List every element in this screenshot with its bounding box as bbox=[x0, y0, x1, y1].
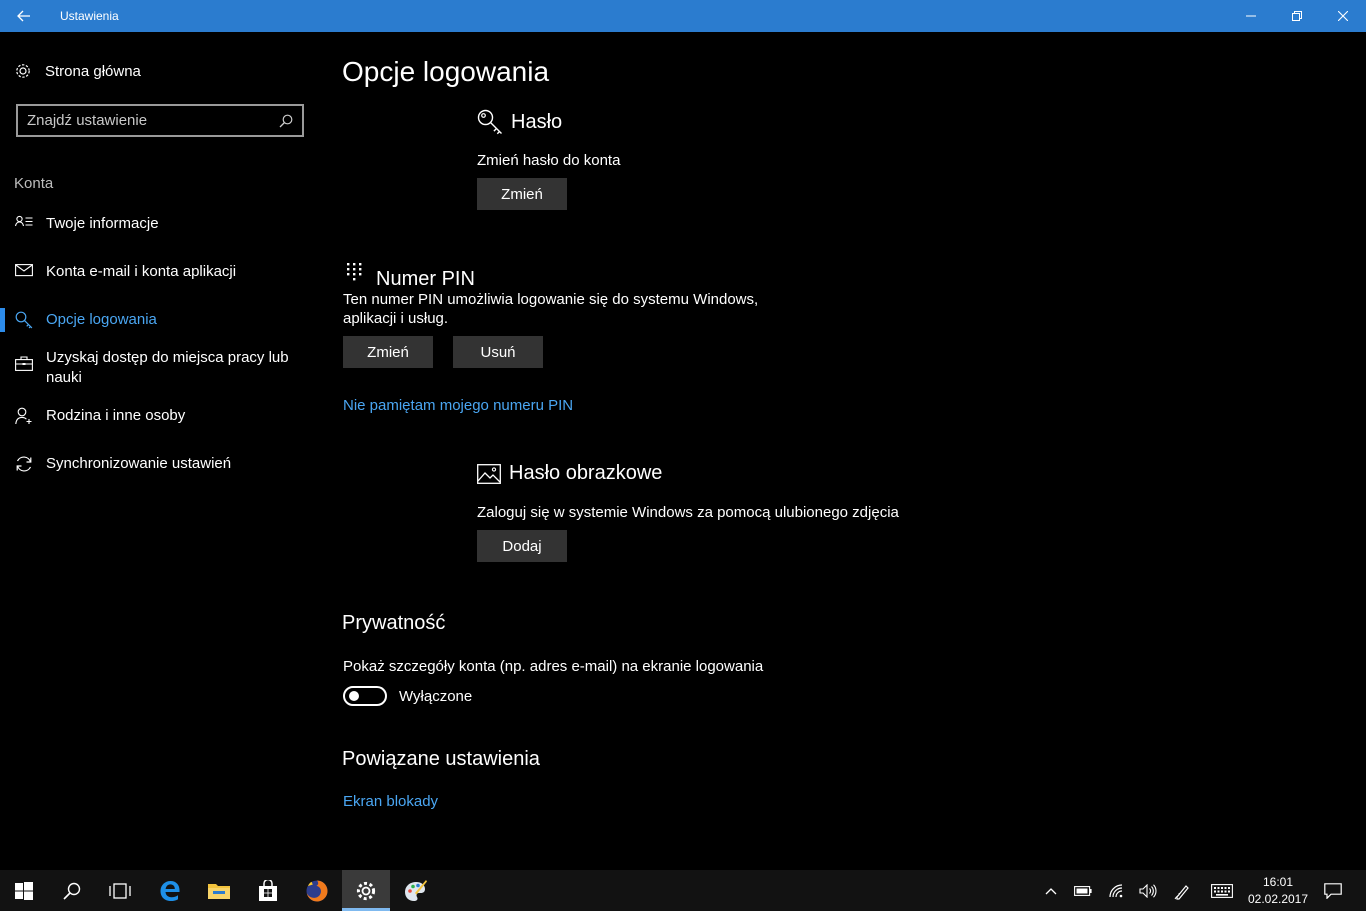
gear-icon bbox=[16, 64, 30, 78]
sidebar-item-label: Twoje informacje bbox=[46, 215, 159, 232]
section-label: Konta bbox=[14, 175, 54, 192]
notification-icon bbox=[1324, 882, 1342, 899]
title-bar: Ustawienia bbox=[0, 0, 1366, 32]
pin-description-line2: aplikacji i usług. bbox=[343, 310, 449, 327]
sidebar-item-your-info[interactable]: Twoje informacje bbox=[0, 214, 320, 234]
add-picture-password-button[interactable]: Dodaj bbox=[477, 530, 567, 562]
page-title: Opcje logowania bbox=[342, 56, 550, 87]
toggle-state-label: Wyłączone bbox=[399, 688, 473, 705]
forgot-pin-link[interactable]: Nie pamiętam mojego numeru PIN bbox=[343, 397, 573, 414]
taskbar: 16:01 02.02.2017 bbox=[0, 870, 1366, 911]
sync-icon bbox=[0, 454, 46, 473]
edge-icon bbox=[160, 880, 180, 901]
clock-time: 16:01 bbox=[1262, 875, 1294, 889]
taskbar-search-button[interactable] bbox=[48, 870, 96, 911]
mail-icon bbox=[0, 262, 46, 277]
edge-app-button[interactable] bbox=[146, 870, 194, 911]
touch-keyboard-button[interactable] bbox=[1208, 870, 1236, 911]
back-arrow-icon bbox=[17, 10, 30, 22]
search-box[interactable] bbox=[16, 104, 304, 137]
toggle-knob bbox=[349, 691, 359, 701]
home-link[interactable]: Strona główna bbox=[14, 62, 141, 80]
briefcase-icon bbox=[0, 348, 46, 371]
change-password-button[interactable]: Zmień bbox=[477, 178, 567, 210]
privacy-description: Pokaż szczegóły konta (np. adres e-mail)… bbox=[343, 658, 764, 675]
close-button[interactable] bbox=[1320, 0, 1366, 32]
password-heading: Hasło bbox=[477, 109, 562, 135]
keyboard-icon bbox=[1211, 883, 1233, 898]
sidebar-item-label: Uzyskaj dostęp do miejsca pracy lub nauk… bbox=[46, 349, 289, 386]
windows-start-icon bbox=[15, 881, 33, 900]
settings-app-button[interactable] bbox=[342, 870, 390, 911]
home-label: Strona główna bbox=[45, 62, 141, 80]
search-input[interactable] bbox=[27, 112, 267, 129]
windows-ink-button[interactable] bbox=[1171, 870, 1195, 911]
picture-password-title: Hasło obrazkowe bbox=[509, 462, 663, 484]
pin-heading: Numer PIN bbox=[346, 254, 475, 291]
show-hidden-icons-button[interactable] bbox=[1040, 870, 1062, 911]
picture-icon bbox=[477, 463, 501, 484]
file-explorer-icon bbox=[208, 883, 230, 899]
pin-title: Numer PIN bbox=[376, 268, 475, 290]
sidebar-item-work-access[interactable]: Uzyskaj dostęp do miejsca pracy lub nauk… bbox=[0, 348, 320, 388]
battery-icon bbox=[1074, 885, 1092, 896]
restore-button[interactable] bbox=[1274, 0, 1320, 32]
start-button[interactable] bbox=[0, 870, 48, 911]
task-view-icon bbox=[109, 882, 131, 899]
remove-pin-button[interactable]: Usuń bbox=[453, 336, 543, 368]
sidebar-item-label: Konta e-mail i konta aplikacji bbox=[46, 263, 237, 280]
firefox-icon bbox=[306, 880, 328, 901]
pin-keypad-icon bbox=[347, 262, 362, 280]
window-title: Ustawienia bbox=[60, 9, 119, 23]
sidebar-item-label: Synchronizowanie ustawień bbox=[46, 455, 232, 472]
speaker-icon bbox=[1139, 883, 1157, 898]
search-icon bbox=[63, 882, 81, 900]
person-add-icon bbox=[0, 406, 46, 425]
picture-password-heading: Hasło obrazkowe bbox=[477, 462, 662, 485]
show-account-details-toggle[interactable] bbox=[343, 686, 387, 706]
network-indicator[interactable] bbox=[1105, 870, 1129, 911]
key-icon bbox=[0, 310, 46, 329]
battery-indicator[interactable] bbox=[1071, 870, 1095, 911]
paint-app-button[interactable] bbox=[391, 870, 439, 911]
store-icon bbox=[259, 879, 277, 901]
search-icon[interactable] bbox=[279, 114, 293, 128]
user-info-icon bbox=[0, 214, 46, 231]
sidebar: Strona główna Konta Twoje informacje Kon… bbox=[0, 32, 320, 870]
pin-description-line1: Ten numer PIN umożliwia logowanie się do… bbox=[343, 291, 759, 308]
store-app-button[interactable] bbox=[244, 870, 292, 911]
privacy-title: Prywatność bbox=[342, 612, 446, 634]
sidebar-item-family[interactable]: Rodzina i inne osoby bbox=[0, 406, 320, 426]
firefox-app-button[interactable] bbox=[293, 870, 341, 911]
lock-screen-link[interactable]: Ekran blokady bbox=[343, 793, 438, 810]
settings-gear-icon bbox=[356, 881, 376, 900]
paint-icon bbox=[405, 879, 427, 901]
window-controls bbox=[1228, 0, 1366, 32]
password-title: Hasło bbox=[511, 110, 563, 133]
minimize-button[interactable] bbox=[1228, 0, 1274, 32]
restore-icon bbox=[1292, 11, 1302, 21]
related-settings-title: Powiązane ustawienia bbox=[342, 748, 540, 770]
sidebar-item-sign-in-options[interactable]: Opcje logowania bbox=[0, 310, 320, 330]
key-icon bbox=[477, 109, 502, 135]
sidebar-item-email-accounts[interactable]: Konta e-mail i konta aplikacji bbox=[0, 262, 320, 282]
wifi-icon bbox=[1109, 883, 1123, 897]
minimize-icon bbox=[1246, 15, 1256, 17]
sidebar-item-sync[interactable]: Synchronizowanie ustawień bbox=[0, 454, 320, 474]
password-description: Zmień hasło do konta bbox=[477, 152, 621, 169]
volume-control[interactable] bbox=[1136, 870, 1160, 911]
sidebar-item-label: Rodzina i inne osoby bbox=[46, 407, 186, 424]
clock[interactable]: 16:01 02.02.2017 bbox=[1245, 874, 1311, 908]
close-icon bbox=[1338, 11, 1348, 21]
picture-password-description: Zaloguj się w systemie Windows za pomocą… bbox=[477, 504, 899, 521]
pen-icon bbox=[1174, 884, 1189, 900]
action-center-button[interactable] bbox=[1320, 870, 1346, 911]
sidebar-item-label: Opcje logowania bbox=[46, 311, 157, 328]
chevron-up-icon bbox=[1045, 887, 1057, 894]
back-button[interactable] bbox=[0, 0, 48, 32]
file-explorer-button[interactable] bbox=[195, 870, 243, 911]
clock-date: 02.02.2017 bbox=[1247, 892, 1309, 906]
change-pin-button[interactable]: Zmień bbox=[343, 336, 433, 368]
task-view-button[interactable] bbox=[96, 870, 144, 911]
